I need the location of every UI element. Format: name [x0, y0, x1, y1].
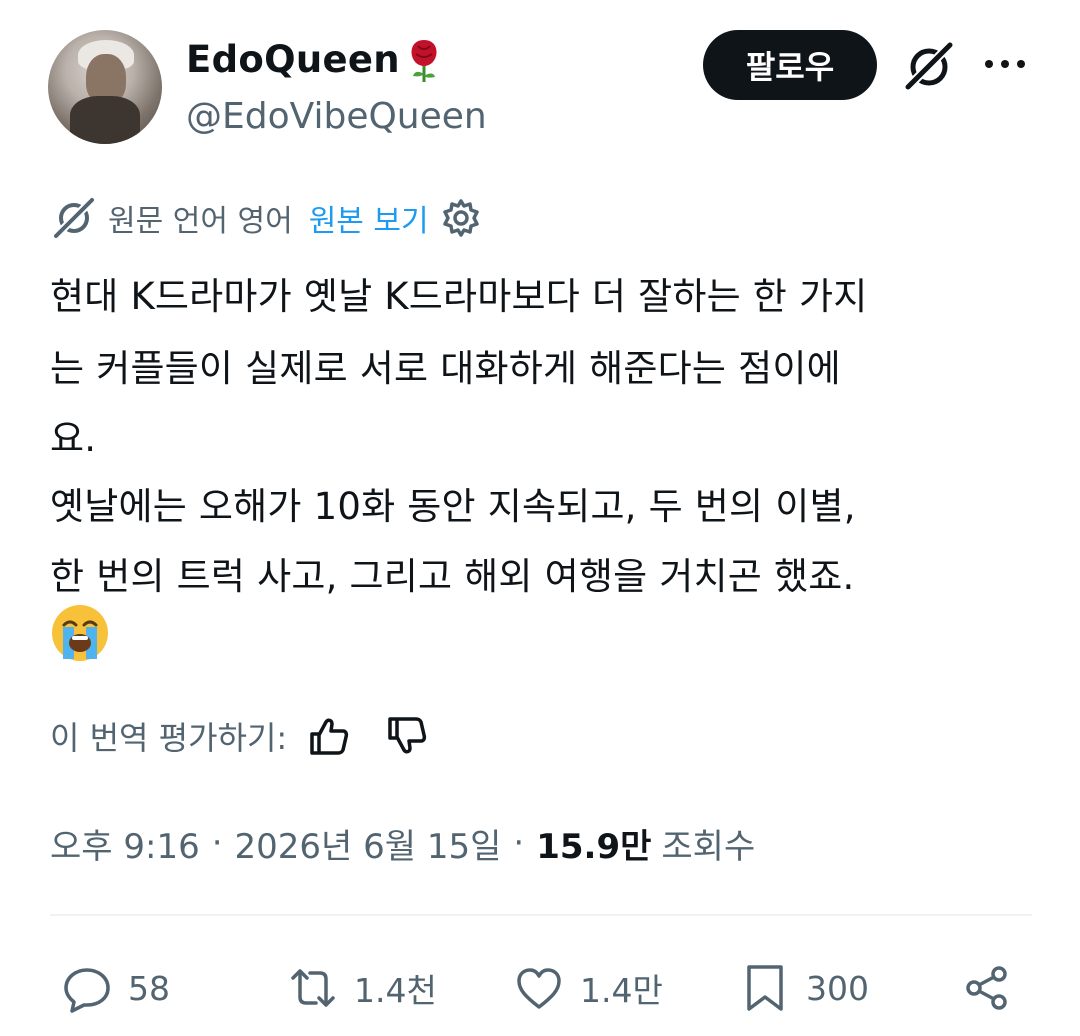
post-text-line: 현대 K드라마가 옛날 K드라마보다 더 잘하는 한 가지: [50, 275, 868, 318]
bookmark-icon: [747, 965, 783, 1011]
thumbs-up-icon[interactable]: [307, 714, 351, 758]
heart-icon: [517, 968, 561, 1009]
reply-button[interactable]: 58: [62, 958, 170, 1018]
bookmark-count: 300: [806, 968, 869, 1008]
repost-icon: [291, 969, 335, 1007]
view-count: 15.9만: [536, 826, 652, 867]
share-icon: [966, 966, 1007, 1010]
gear-icon[interactable]: [441, 198, 481, 238]
post-text-line: 는 커플들이 실제로 서로 대화하게 해준다는 점이에: [50, 347, 841, 390]
view-count-label: 조회수: [661, 826, 756, 867]
like-count: 1.4만: [580, 971, 663, 1010]
reply-icon: [64, 968, 110, 1013]
post-text-line: 옛날에는 오해가 10화 동안 지속되고, 두 번의 이별,: [50, 485, 856, 528]
meta-separator: ·: [513, 823, 525, 863]
grok-icon[interactable]: [902, 40, 956, 92]
share-button[interactable]: [962, 958, 1028, 1018]
rate-translation: 이 번역 평가하기:: [50, 712, 429, 760]
user-handle[interactable]: @EdoVibeQueen: [186, 96, 487, 137]
source-language-label: 원문 언어 영어: [108, 204, 293, 239]
loudly-crying-face-icon: [52, 605, 108, 661]
post-time[interactable]: 오후 9:16: [50, 819, 200, 868]
display-name[interactable]: EdoQueen: [186, 38, 400, 81]
post-meta: 오후 9:16 · 2026년 6월 15일 · 15.9만 조회수: [50, 818, 755, 868]
reply-count: 58: [128, 968, 170, 1008]
post-date[interactable]: 2026년 6월 15일: [235, 819, 502, 868]
meta-separator: ·: [211, 823, 223, 863]
post-text-line: 요.: [50, 417, 97, 460]
rate-translation-label: 이 번역 평가하기:: [50, 719, 288, 757]
repost-button[interactable]: 1.4천: [288, 958, 437, 1018]
divider: [50, 914, 1032, 916]
thumbs-down-icon[interactable]: [385, 714, 429, 758]
like-button[interactable]: 1.4만: [514, 958, 663, 1018]
repost-count: 1.4천: [354, 971, 437, 1010]
more-options-icon[interactable]: [982, 52, 1028, 76]
grok-translate-icon: [53, 197, 95, 239]
rose-icon: [411, 40, 437, 82]
post-text-line: 한 번의 트럭 사고, 그리고 해외 여행을 거치곤 했죠.: [50, 555, 855, 598]
avatar[interactable]: [48, 30, 162, 144]
bookmark-button[interactable]: 300: [740, 958, 869, 1018]
follow-button[interactable]: 팔로우: [703, 30, 877, 100]
show-original-link[interactable]: 원본 보기: [309, 196, 429, 240]
translation-info: 원문 언어 영어 원본 보기: [50, 196, 481, 240]
